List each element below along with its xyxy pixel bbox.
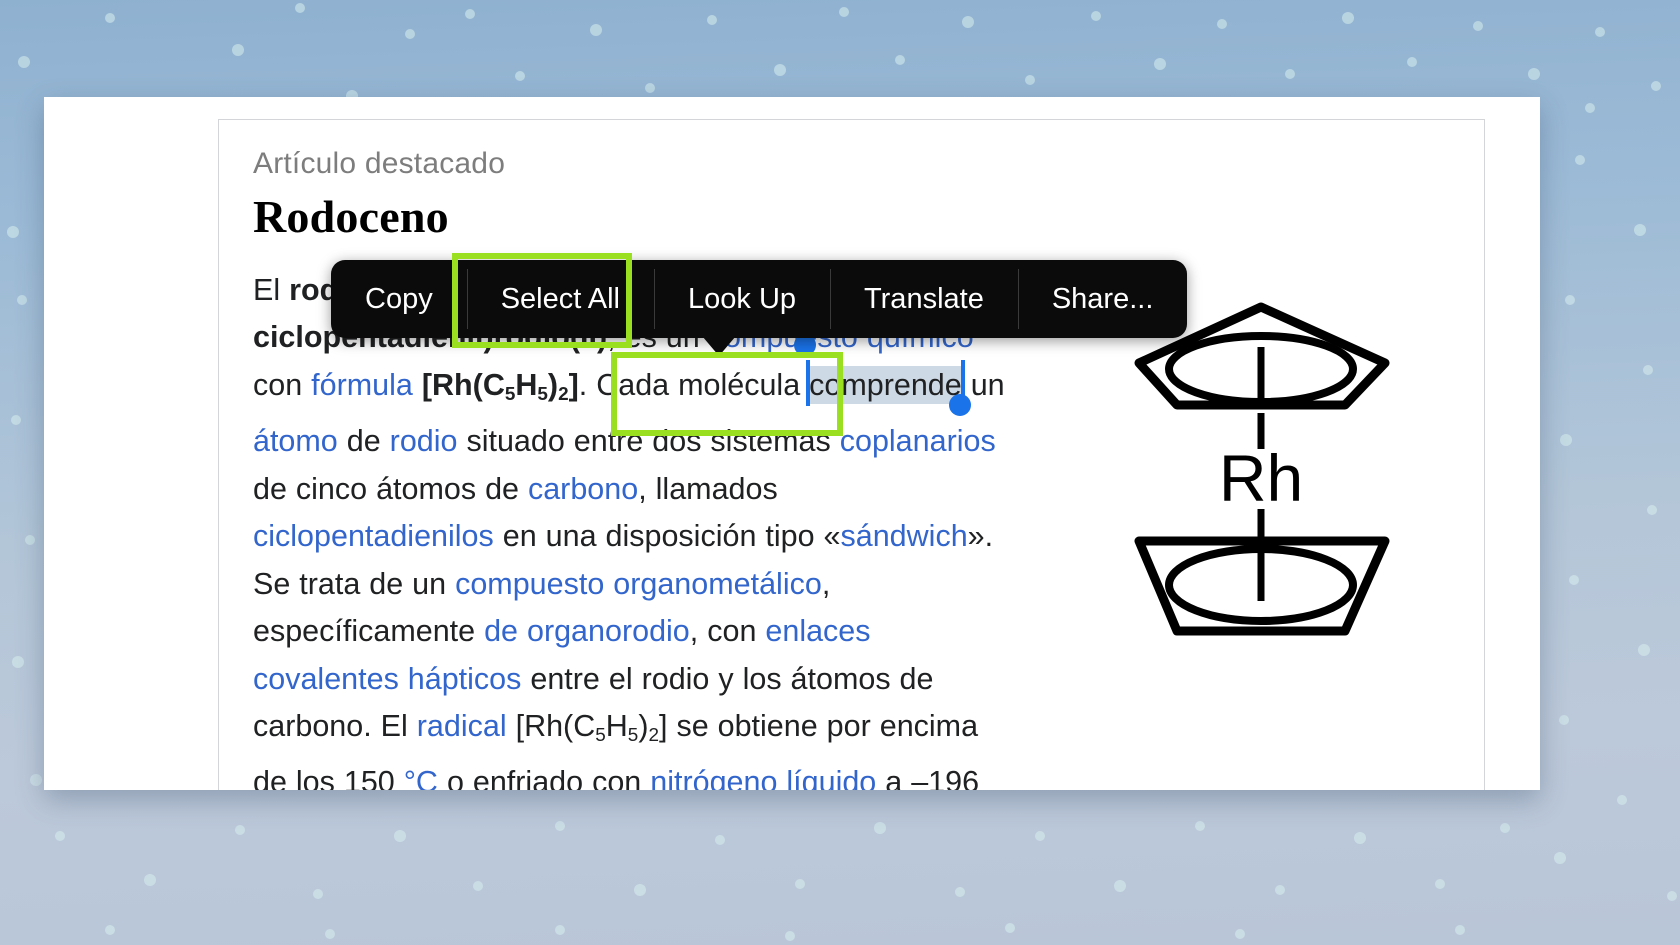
context-menu-item-translate[interactable]: Translate bbox=[830, 260, 1018, 338]
text-selection-context-menu[interactable]: Copy Select All Look Up Translate Share.… bbox=[331, 260, 1188, 338]
link-coplanarios[interactable]: coplanarios bbox=[840, 424, 996, 458]
link-carbono[interactable]: carbono bbox=[528, 472, 638, 506]
article-content-frame: Artículo destacado Rodoceno El rodoceno,… bbox=[218, 119, 1485, 790]
link-de-organorodio[interactable]: de organorodio bbox=[484, 614, 690, 648]
link-sandwich[interactable]: sándwich bbox=[841, 519, 968, 553]
text-fragment: , con bbox=[689, 614, 766, 649]
text-fragment: , llamados bbox=[638, 471, 778, 506]
link-nitrogeno-liquido[interactable]: nitrógeno líquido bbox=[650, 765, 876, 790]
link-atomo[interactable]: átomo bbox=[253, 424, 338, 458]
selection-handle-end-knob[interactable] bbox=[948, 393, 971, 416]
text-fragment: ) bbox=[638, 709, 649, 744]
page-title: Rodoceno bbox=[253, 191, 449, 242]
selected-word: comprende bbox=[809, 367, 962, 402]
text-fragment: de cinco átomos de bbox=[253, 471, 528, 506]
selection-handle-start-bar[interactable] bbox=[794, 333, 817, 406]
link-rodio[interactable]: rodio bbox=[390, 424, 458, 458]
article-body: Artículo destacado Rodoceno El rodoceno,… bbox=[253, 146, 1443, 790]
text-fragment: con bbox=[253, 367, 312, 402]
text-fragment: . Cada molécula bbox=[578, 367, 810, 402]
text-fragment: 2 bbox=[558, 383, 569, 405]
link-ciclopentadienilos[interactable]: ciclopentadienilos bbox=[253, 519, 494, 553]
text-fragment: El bbox=[253, 272, 290, 307]
rhodocene-structure-figure: Rh bbox=[1134, 302, 1390, 636]
context-menu-pointer-arrow bbox=[697, 330, 741, 356]
text-fragment: un bbox=[961, 367, 1005, 402]
text-fragment: de bbox=[337, 424, 390, 459]
context-menu-item-share[interactable]: Share... bbox=[1017, 260, 1188, 338]
article-page-card: Artículo destacado Rodoceno El rodoceno,… bbox=[44, 97, 1540, 790]
text-fragment: [Rh(C bbox=[506, 709, 596, 744]
context-menu-item-look-up[interactable]: Look Up bbox=[654, 260, 830, 338]
featured-article-kicker: Artículo destacado bbox=[253, 147, 506, 180]
text-fragment: situado entre dos sistemas bbox=[457, 424, 840, 459]
text-fragment: en una disposición tipo « bbox=[493, 519, 841, 554]
text-fragment: H bbox=[515, 367, 538, 402]
text-fragment: ) bbox=[547, 367, 559, 402]
article-paragraph: El rodoceno, también llamado bis(η5-cicl… bbox=[253, 260, 1013, 791]
text-fragment bbox=[413, 368, 422, 402]
text-fragment: 5 bbox=[537, 383, 548, 405]
link-compuesto-organometalico[interactable]: compuesto organometálico bbox=[455, 567, 822, 601]
rh-element-label: Rh bbox=[1219, 441, 1303, 515]
formula-bold: [Rh(C bbox=[421, 367, 505, 402]
selection-handle-end-bar[interactable] bbox=[948, 359, 971, 416]
context-menu-item-select-all[interactable]: Select All bbox=[466, 260, 654, 338]
text-fragment: 5 bbox=[627, 724, 639, 746]
link-radical[interactable]: radical bbox=[417, 709, 507, 743]
text-fragment: H bbox=[605, 709, 628, 744]
link-formula[interactable]: fórmula bbox=[311, 368, 413, 402]
text-fragment: ] bbox=[568, 367, 579, 402]
text-fragment: o enfriado con bbox=[437, 765, 651, 790]
text-fragment: 5 bbox=[504, 383, 516, 405]
context-menu-item-copy[interactable]: Copy bbox=[331, 260, 467, 338]
selected-text[interactable]: comprende bbox=[794, 333, 971, 416]
link-grados-celsius[interactable]: °C bbox=[404, 765, 438, 790]
text-fragment: 5 bbox=[595, 724, 606, 746]
text-fragment: 2 bbox=[648, 724, 659, 746]
